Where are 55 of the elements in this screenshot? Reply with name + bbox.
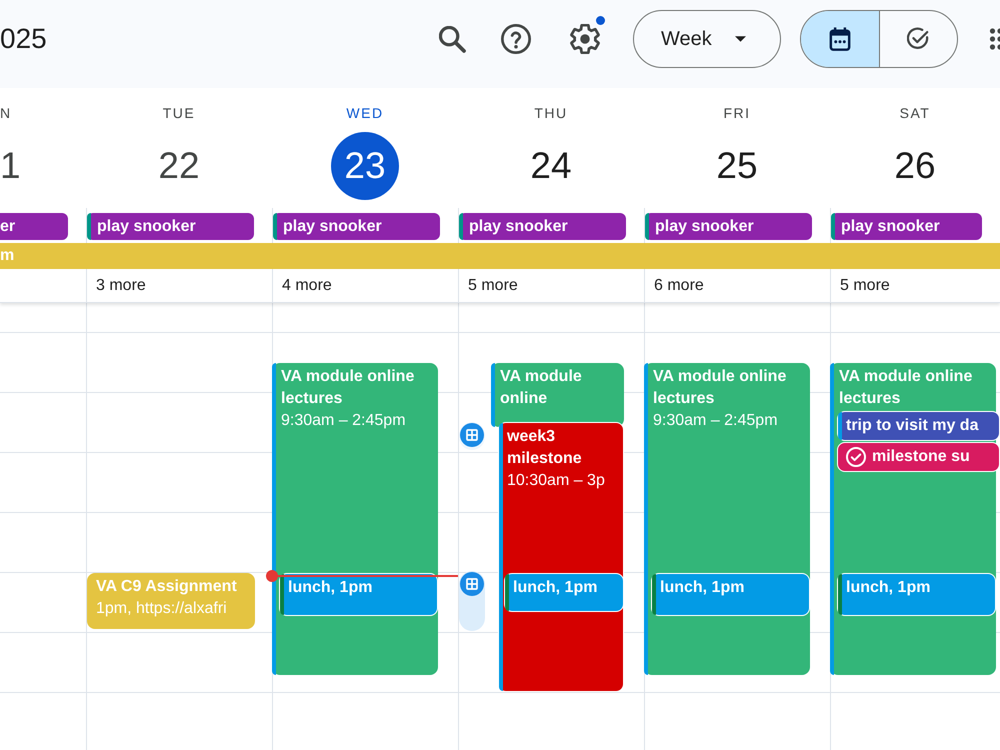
- caret-down-icon: [734, 36, 746, 42]
- calendar-icon: [828, 27, 851, 51]
- year-title: 025: [0, 23, 47, 55]
- all-day-event[interactable]: play snooker: [645, 213, 812, 240]
- grid-icon: [460, 572, 484, 596]
- date-number[interactable]: 25: [703, 132, 771, 200]
- event-title: trip to visit my da: [846, 416, 980, 436]
- all-day-event[interactable]: er: [0, 213, 68, 240]
- all-day-event[interactable]: play snooker: [87, 213, 254, 240]
- search-icon[interactable]: [439, 26, 466, 52]
- weekday-label: SAT: [900, 105, 930, 121]
- event-title: lunch, 1pm: [513, 578, 598, 598]
- event-title: VA module online lectures: [653, 367, 788, 409]
- calendar-view-button[interactable]: [801, 11, 878, 67]
- booking-slot-button[interactable]: [459, 422, 485, 450]
- event-title: VA C9 Assignment: [96, 577, 238, 597]
- event-time: 1pm, https://alxafri: [96, 599, 228, 619]
- event-title: lunch, 1pm: [846, 578, 932, 598]
- more-events-link[interactable]: 6 more: [654, 276, 704, 294]
- weekday-label: TUE: [162, 105, 196, 121]
- all-day-event[interactable]: play snooker: [273, 213, 440, 240]
- weekday-label: THU: [534, 105, 568, 121]
- settings-icon[interactable]: [570, 24, 600, 54]
- task-title: milestone su: [872, 447, 970, 467]
- task-item[interactable]: milestone su: [837, 442, 1000, 472]
- grid-icon: [460, 423, 484, 447]
- weekday-label: WED: [346, 105, 384, 121]
- check-circle-icon: [907, 27, 930, 51]
- event-title: lunch, 1pm: [288, 578, 374, 598]
- more-events-link[interactable]: 5 more: [468, 276, 518, 294]
- calendar-event[interactable]: trip to visit my da: [837, 411, 1000, 441]
- help-icon[interactable]: [501, 24, 531, 54]
- more-events-link[interactable]: 5 more: [840, 276, 890, 294]
- event-title: VA module online: [500, 367, 583, 409]
- more-events-link[interactable]: 4 more: [282, 276, 332, 294]
- date-number[interactable]: 24: [517, 132, 585, 200]
- view-menu-button[interactable]: Week: [633, 10, 781, 68]
- weekday-label: FRI: [723, 105, 751, 121]
- dot-grid-icon[interactable]: [988, 28, 1000, 50]
- event-time: 10:30am – 3p: [507, 471, 606, 491]
- event-title: lunch, 1pm: [660, 578, 746, 598]
- event-time: 9:30am – 2:45pm: [281, 411, 407, 431]
- weekday-label: N: [0, 105, 12, 121]
- date-number[interactable]: 26: [881, 132, 949, 200]
- more-events-link[interactable]: 3 more: [96, 276, 146, 294]
- event-title: VA module online lectures: [281, 367, 416, 409]
- event-title: week3 milestone: [507, 427, 583, 469]
- all-day-event[interactable]: play snooker: [459, 213, 626, 240]
- date-number[interactable]: 23: [331, 132, 399, 200]
- date-number[interactable]: 22: [145, 132, 213, 200]
- all-day-event[interactable]: play snooker: [831, 213, 982, 240]
- event-time: 9:30am – 2:45pm: [653, 411, 779, 431]
- date-number[interactable]: 1: [0, 132, 21, 200]
- booking-slot-button[interactable]: [459, 571, 485, 631]
- check-circle-icon: [846, 447, 866, 467]
